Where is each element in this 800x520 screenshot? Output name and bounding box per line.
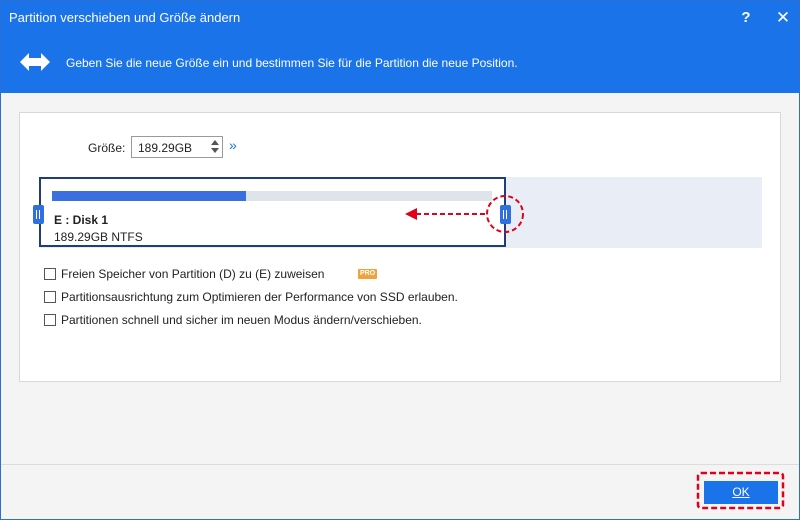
option-label: Freien Speicher von Partition (D) zu (E)…	[61, 267, 325, 281]
checkbox-new-mode[interactable]	[44, 314, 56, 326]
spin-up-icon[interactable]	[211, 140, 219, 145]
instruction-text: Geben Sie die neue Größe ein und bestimm…	[66, 56, 518, 70]
spin-down-icon[interactable]	[211, 148, 219, 153]
left-resize-handle[interactable]	[33, 205, 44, 224]
option-label: Partitionen schnell und sicher im neuen …	[61, 313, 422, 327]
checkbox-ssd-alignment[interactable]	[44, 291, 56, 303]
usage-bar-fill	[52, 191, 246, 201]
size-input[interactable]: 189.29GB	[131, 136, 223, 158]
resize-arrows-icon	[20, 53, 50, 71]
checkbox-allocate-space[interactable]	[44, 268, 56, 280]
window-title: Partition verschieben und Größe ändern	[9, 10, 241, 25]
pro-badge: PRO	[358, 269, 378, 279]
footer-divider	[1, 464, 799, 465]
usage-bar	[52, 191, 492, 201]
content-panel: Größe: 189.29GB » E : Disk 1 189.29GB NT…	[19, 112, 781, 382]
help-button[interactable]: ?	[734, 6, 758, 30]
partition-info: 189.29GB NTFS	[54, 230, 143, 244]
option-label: Partitionsausrichtung zum Optimieren der…	[61, 290, 458, 304]
size-value: 189.29GB	[138, 141, 193, 155]
instruction-header: Geben Sie die neue Größe ein und bestimm…	[1, 35, 799, 93]
partition-name: E : Disk 1	[54, 213, 109, 227]
partition-block[interactable]: E : Disk 1 189.29GB NTFS	[33, 177, 511, 247]
size-label: Größe:	[88, 141, 126, 155]
ok-button[interactable]: OK	[704, 481, 778, 504]
right-resize-handle[interactable]	[500, 205, 511, 224]
dialog-window: Partition verschieben und Größe ändern ?…	[0, 0, 800, 520]
title-bar: Partition verschieben und Größe ändern ?…	[1, 1, 799, 35]
close-button[interactable]: ✕	[771, 6, 795, 30]
size-spinner	[210, 139, 220, 155]
expand-options-icon[interactable]: »	[229, 137, 237, 153]
disk-map: E : Disk 1 189.29GB NTFS	[33, 177, 762, 248]
